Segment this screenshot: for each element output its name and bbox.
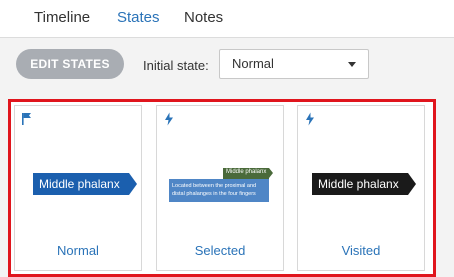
state-preview-visited: Middle phalanx <box>312 173 416 195</box>
flag-icon <box>21 112 33 126</box>
tab-timeline[interactable]: Timeline <box>34 9 90 26</box>
tab-states[interactable]: States <box>117 9 160 26</box>
state-preview-normal: Middle phalanx <box>33 173 137 195</box>
state-card-normal[interactable]: Middle phalanx Normal <box>14 105 142 271</box>
initial-state-label: Initial state: <box>143 58 209 73</box>
state-card-visited[interactable]: Middle phalanx Visited <box>297 105 425 271</box>
state-preview-selected-tag: Middle phalanx <box>223 168 273 179</box>
states-toolbar: EDIT STATES Initial state: Normal <box>0 38 454 92</box>
preview-label: Middle phalanx <box>226 169 267 175</box>
tab-bar: Timeline States Notes <box>0 0 454 38</box>
state-cards-container: Middle phalanx Normal Middle phalanx Loc… <box>8 99 436 277</box>
lightning-icon <box>163 112 175 126</box>
state-preview-selected-tooltip: Located between the proximal and distal … <box>169 179 269 202</box>
preview-detail: Located between the proximal and distal … <box>172 183 257 197</box>
lightning-icon <box>304 112 316 126</box>
state-label-normal: Normal <box>57 243 99 258</box>
state-card-selected[interactable]: Middle phalanx Located between the proxi… <box>156 105 284 271</box>
chevron-down-icon <box>348 62 356 67</box>
initial-state-select[interactable]: Normal <box>219 49 369 79</box>
tab-notes[interactable]: Notes <box>184 9 223 26</box>
initial-state-value: Normal <box>232 56 274 71</box>
edit-states-button[interactable]: EDIT STATES <box>16 49 124 79</box>
state-label-selected: Selected <box>194 243 246 258</box>
preview-label: Middle phalanx <box>318 177 399 191</box>
preview-label: Middle phalanx <box>39 177 120 191</box>
state-label-visited: Visited <box>341 243 381 258</box>
states-panel: Timeline States Notes EDIT STATES Initia… <box>0 0 454 277</box>
